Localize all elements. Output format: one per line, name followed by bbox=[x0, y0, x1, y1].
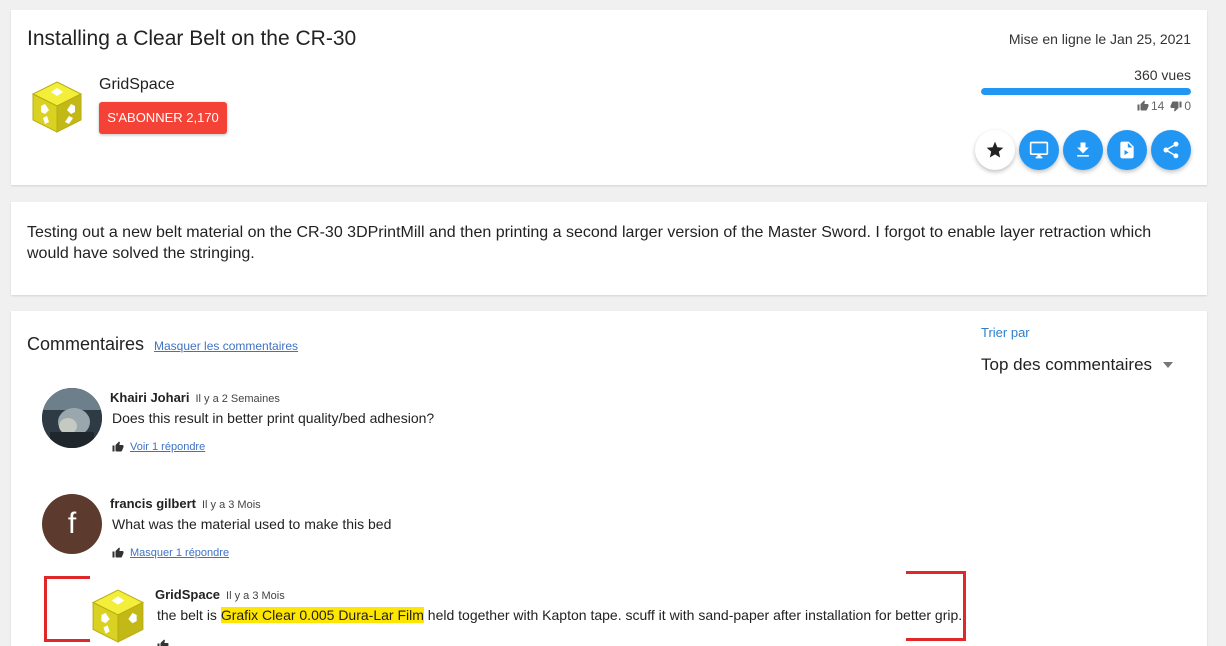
thumb-down-icon bbox=[1170, 101, 1182, 112]
favorite-button[interactable] bbox=[975, 130, 1015, 170]
share-icon bbox=[1163, 141, 1179, 159]
annotation-bracket-left bbox=[44, 576, 90, 642]
video-title: Installing a Clear Belt on the CR-30 bbox=[27, 27, 357, 50]
avatar[interactable]: f bbox=[42, 494, 102, 554]
monitor-button[interactable] bbox=[1019, 130, 1059, 170]
reply-author-name[interactable]: GridSpace bbox=[155, 587, 220, 602]
comment-time: Il y a 2 Semaines bbox=[195, 393, 280, 405]
reply-body: the belt is Grafix Clear 0.005 Dura-Lar … bbox=[157, 607, 962, 623]
thumb-up-icon[interactable] bbox=[112, 441, 124, 453]
comments-card: Commentaires Masquer les commentaires Tr… bbox=[11, 311, 1207, 646]
like-count: 14 bbox=[1150, 99, 1165, 113]
comment-actions: Voir 1 répondre bbox=[112, 441, 205, 453]
view-replies-link[interactable]: Voir 1 répondre bbox=[130, 441, 205, 453]
annotation-bracket-right bbox=[906, 571, 966, 641]
comment-author-name[interactable]: Khairi Johari bbox=[110, 390, 189, 405]
subscribe-button[interactable]: S'ABONNER 2,170 bbox=[99, 102, 227, 134]
reply-text: held together with Kapton tape. scuff it… bbox=[423, 607, 963, 623]
monitor-icon bbox=[1029, 141, 1049, 159]
share-button[interactable] bbox=[1151, 130, 1191, 170]
sort-select[interactable]: Top des commentaires bbox=[981, 355, 1171, 375]
video-header-card: Installing a Clear Belt on the CR-30 Gri… bbox=[11, 10, 1207, 185]
star-icon bbox=[986, 141, 1004, 158]
file-video-icon bbox=[1120, 141, 1134, 159]
rating: 14 0 bbox=[1137, 99, 1191, 113]
view-count: 360 vues bbox=[1134, 67, 1191, 83]
comment-time: Il y a 3 Mois bbox=[201, 499, 261, 511]
video-description: Testing out a new belt material on the C… bbox=[27, 224, 1152, 262]
highlighted-text: Grafix Clear 0.005 Dura-Lar Film bbox=[220, 607, 424, 623]
comment-author[interactable]: francis gilbert Il y a 3 Mois bbox=[110, 496, 261, 511]
thumb-up-icon[interactable] bbox=[112, 547, 124, 559]
download-button[interactable] bbox=[1063, 130, 1103, 170]
description-card: Testing out a new belt material on the C… bbox=[11, 202, 1207, 295]
like-ratio-fill bbox=[981, 88, 1191, 95]
comment-author-name[interactable]: francis gilbert bbox=[110, 496, 196, 511]
like-button[interactable]: 14 bbox=[1137, 99, 1164, 113]
thumb-up-icon[interactable] bbox=[157, 639, 169, 646]
publish-date: Mise en ligne le Jan 25, 2021 bbox=[1008, 31, 1191, 47]
action-buttons bbox=[975, 130, 1191, 170]
reply-text: the belt is bbox=[157, 607, 221, 623]
like-ratio-bar bbox=[981, 88, 1191, 95]
channel-name[interactable]: GridSpace bbox=[99, 76, 175, 94]
file-button[interactable] bbox=[1107, 130, 1147, 170]
reply-author[interactable]: GridSpace Il y a 3 Mois bbox=[155, 587, 285, 602]
hide-replies-link[interactable]: Masquer 1 répondre bbox=[130, 547, 229, 559]
reply-avatar[interactable] bbox=[91, 588, 145, 644]
download-icon bbox=[1077, 142, 1089, 157]
caret-down-icon[interactable] bbox=[1163, 362, 1173, 368]
sort-label: Trier par bbox=[981, 325, 1030, 340]
comment-body: What was the material used to make this … bbox=[112, 516, 392, 532]
thumb-up-icon bbox=[1137, 100, 1149, 111]
comment-author[interactable]: Khairi Johari Il y a 2 Semaines bbox=[110, 390, 280, 405]
comment-actions: Masquer 1 répondre bbox=[112, 547, 229, 559]
reply-time: Il y a 3 Mois bbox=[226, 590, 285, 602]
channel-logo[interactable] bbox=[31, 80, 83, 134]
dislike-count: 0 bbox=[1184, 99, 1191, 113]
hide-comments-link[interactable]: Masquer les commentaires bbox=[154, 339, 298, 353]
dislike-button[interactable]: 0 bbox=[1170, 99, 1191, 113]
comments-title: Commentaires bbox=[27, 334, 145, 354]
comment-body: Does this result in better print quality… bbox=[112, 410, 435, 426]
avatar[interactable] bbox=[42, 388, 102, 448]
avatar-letter: f bbox=[67, 507, 77, 540]
